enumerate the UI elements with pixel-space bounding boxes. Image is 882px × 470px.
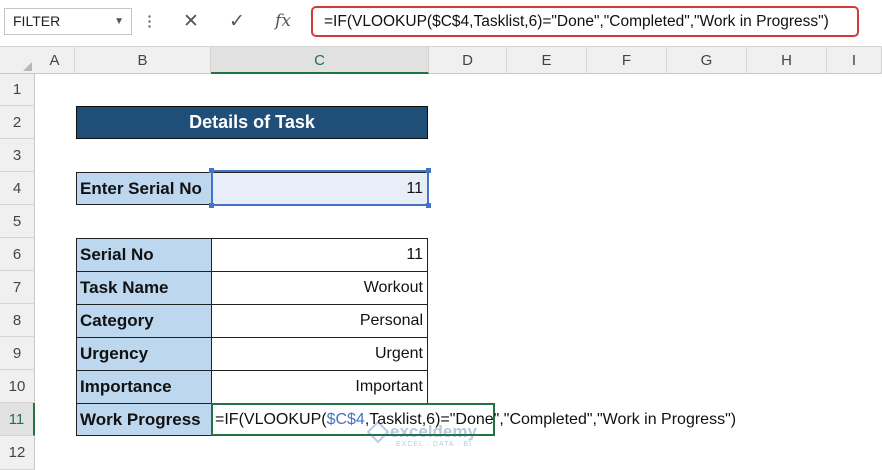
select-all-corner[interactable] [0,47,35,74]
serial-input-cell[interactable]: 11 [211,172,428,205]
row-header-5[interactable]: 5 [0,205,35,238]
sheet-title[interactable]: Details of Task [76,106,428,139]
work-progress-label[interactable]: Work Progress [76,403,212,436]
resize-handle[interactable] [209,168,214,173]
row-header-6[interactable]: 6 [0,238,35,271]
detail-value[interactable]: 11 [211,238,428,272]
detail-label[interactable]: Urgency [76,337,212,371]
row-header-10[interactable]: 10 [0,370,35,403]
detail-value[interactable]: Important [211,370,428,404]
row-header-4[interactable]: 4 [0,172,35,205]
detail-value[interactable]: Personal [211,304,428,338]
watermark-logo: exceldemy EXCEL · DATA · BI [366,420,518,450]
row-header-9[interactable]: 9 [0,337,35,370]
column-header-d[interactable]: D [429,47,507,74]
detail-label[interactable]: Serial No [76,238,212,272]
column-header-f[interactable]: F [587,47,667,74]
chevron-down-icon[interactable]: ▼ [114,9,124,34]
formula-prefix: =IF(VLOOKUP( [215,411,327,428]
exceldemy-logo-icon [366,420,390,444]
detail-label[interactable]: Importance [76,370,212,404]
detail-value[interactable]: Workout [211,271,428,305]
cancel-icon[interactable]: ✕ [176,8,206,35]
column-header-h[interactable]: H [747,47,827,74]
row-header-1[interactable]: 1 [0,74,35,106]
row-header-2[interactable]: 2 [0,106,35,139]
watermark-name: exceldemy [390,422,477,441]
name-box-value: FILTER [13,13,61,29]
insert-function-icon[interactable]: fx [268,8,298,35]
detail-value[interactable]: Urgent [211,337,428,371]
name-box[interactable]: FILTER ▼ [4,8,132,35]
formula-bar: FILTER ▼ ✕ ✓ fx =IF(VLOOKUP($C$4,Tasklis… [0,0,882,46]
row-header-3[interactable]: 3 [0,139,35,172]
resize-handle[interactable] [426,168,431,173]
column-header-bar: A B C D E F G H I [0,46,882,74]
input-label[interactable]: Enter Serial No [76,172,212,205]
column-header-b[interactable]: B [75,47,211,74]
row-header-12[interactable]: 12 [0,436,35,470]
resize-handle[interactable] [426,203,431,208]
drag-handle-icon[interactable] [148,14,151,30]
column-header-e[interactable]: E [507,47,587,74]
column-header-i[interactable]: I [827,47,882,74]
detail-label[interactable]: Category [76,304,212,338]
formula-cell-reference: $C$4 [326,411,365,428]
row-header-8[interactable]: 8 [0,304,35,337]
row-header-7[interactable]: 7 [0,271,35,304]
formula-input[interactable]: =IF(VLOOKUP($C$4,Tasklist,6)="Done","Com… [311,6,859,37]
resize-handle[interactable] [209,203,214,208]
watermark-tagline: EXCEL · DATA · BI [396,441,472,448]
column-header-a[interactable]: A [35,47,75,74]
column-header-g[interactable]: G [667,47,747,74]
column-header-c[interactable]: C [211,47,429,74]
row-header-11[interactable]: 11 [0,403,35,436]
enter-icon[interactable]: ✓ [222,8,252,35]
detail-label[interactable]: Task Name [76,271,212,305]
